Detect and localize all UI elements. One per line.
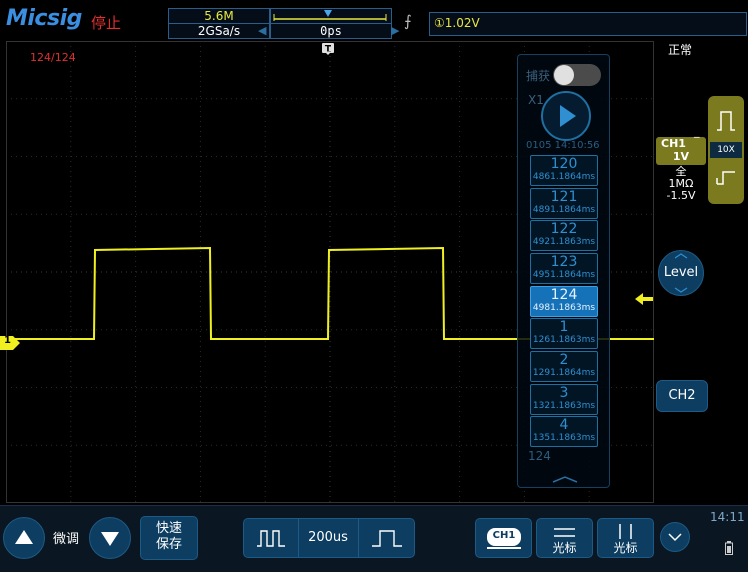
segment-number: 124 bbox=[550, 287, 578, 303]
segment-item[interactable]: 3 1321.1863ms bbox=[530, 384, 598, 415]
ch1-badge-label: CH1 bbox=[661, 137, 686, 150]
segment-list-panel[interactable]: 捕获 X1 0105 14:10:56 120 4861.1864ms 121 489… bbox=[517, 54, 610, 488]
capture-toggle[interactable] bbox=[553, 64, 601, 86]
ch1-volts-div: 1V bbox=[672, 150, 690, 163]
ch1-chip: CH1 bbox=[487, 528, 521, 546]
segment-item[interactable]: 123 4951.1864ms bbox=[530, 253, 598, 284]
ch1-coupling-icon: ‾ bbox=[694, 135, 700, 148]
top-bar: Micsig 停止 5.6M 2GSa/s ◀ 0ps ▶ ⨍ ①1.02V bbox=[0, 0, 748, 40]
clock: 14:11 bbox=[710, 510, 745, 524]
vertical-cursor-label: 光标 bbox=[613, 541, 638, 555]
segment-item[interactable]: 4 1351.1863ms bbox=[530, 416, 598, 447]
dc-coupling-icon bbox=[716, 171, 735, 185]
ac-coupling-icon bbox=[717, 111, 735, 131]
fine-up-button[interactable] bbox=[3, 517, 45, 559]
segment-number: 4 bbox=[559, 417, 569, 433]
segment-timestamp: 1351.1863ms bbox=[532, 433, 596, 443]
horizontal-cursor-label: 光标 bbox=[552, 541, 577, 555]
segment-item[interactable]: 1 1261.1863ms bbox=[530, 318, 598, 349]
segment-number: 123 bbox=[550, 254, 578, 270]
segment-timestamp: 1261.1863ms bbox=[532, 335, 596, 345]
segment-item[interactable]: 121 4891.1864ms bbox=[530, 188, 598, 219]
segment-timestamp: 1321.1863ms bbox=[532, 401, 596, 411]
timebase-compress-icon bbox=[372, 530, 402, 547]
scroll-right-icon[interactable]: ▶ bbox=[391, 24, 403, 38]
ch1-offset: -1.5V bbox=[666, 189, 696, 202]
segment-total: 124 bbox=[528, 449, 551, 463]
vertical-cursor-button[interactable]: 光标 bbox=[597, 518, 654, 558]
segment-datetime: 0105 14:10:56 bbox=[526, 140, 600, 151]
timebase-compress-button[interactable] bbox=[358, 519, 415, 557]
run-stop-status[interactable]: 停止 bbox=[91, 12, 121, 33]
toggle-knob bbox=[554, 65, 574, 85]
horizontal-cursor-button[interactable]: 光标 bbox=[536, 518, 593, 558]
scroll-left-icon[interactable]: ◀ bbox=[258, 24, 270, 38]
segment-timestamp: 1291.1864ms bbox=[532, 368, 596, 378]
segment-number: 3 bbox=[559, 385, 569, 401]
segment-item[interactable]: 120 4861.1864ms bbox=[530, 155, 598, 186]
bottom-toolbar: 微调 快速 保存 200us CH1 光标 光标 14:11 bbox=[0, 505, 748, 572]
segment-timestamp: 4891.1864ms bbox=[532, 205, 596, 215]
segment-number: 121 bbox=[550, 189, 578, 205]
level-label: Level bbox=[663, 265, 699, 280]
segment-counter: 124/124 bbox=[30, 51, 76, 64]
trigger-position[interactable]: 0ps bbox=[270, 23, 392, 39]
probe-settings-strip[interactable]: 10X bbox=[708, 96, 744, 204]
ch1-marker-label: 1 bbox=[4, 335, 11, 346]
trigger-level-arrow-icon[interactable] bbox=[635, 290, 653, 305]
quick-save-button[interactable]: 快速 保存 bbox=[140, 516, 198, 560]
segment-timestamp: 4951.1864ms bbox=[532, 270, 596, 280]
ch1-chip-label: CH1 bbox=[492, 530, 516, 541]
segment-timestamp: 4981.1863ms bbox=[532, 303, 596, 313]
more-menu-button[interactable] bbox=[660, 522, 690, 552]
micsig-logo: Micsig bbox=[6, 6, 82, 31]
vertical-cursor-icon bbox=[619, 524, 632, 539]
play-icon bbox=[560, 105, 576, 127]
trigger-level-box[interactable]: ①1.02V bbox=[429, 12, 747, 36]
level-knob[interactable]: Level bbox=[658, 250, 704, 296]
fine-adjust-label: 微调 bbox=[53, 532, 80, 547]
memory-overview-graphic bbox=[273, 10, 387, 21]
ch1-info: 全 1MΩ -1.5V bbox=[656, 166, 706, 202]
segment-number: 1 bbox=[559, 319, 569, 335]
segment-number: 2 bbox=[559, 352, 569, 368]
segment-number: 120 bbox=[550, 156, 578, 172]
battery-icon bbox=[725, 540, 733, 555]
quick-save-line1: 快速 bbox=[155, 521, 182, 536]
fine-down-button[interactable] bbox=[89, 517, 131, 559]
trigger-mode[interactable]: 正常 bbox=[668, 41, 692, 58]
segment-item[interactable]: 122 4921.1863ms bbox=[530, 220, 598, 251]
ch1-chip-underline bbox=[487, 547, 521, 549]
memory-overview[interactable] bbox=[270, 8, 392, 24]
timebase-expand-button[interactable] bbox=[244, 519, 299, 557]
chevron-down-icon bbox=[668, 533, 682, 542]
trigger-edge-icon[interactable]: ⨍ bbox=[404, 12, 412, 30]
segment-item[interactable]: 2 1291.1864ms bbox=[530, 351, 598, 382]
triangle-up-icon bbox=[15, 530, 33, 544]
memory-depth[interactable]: 5.6M bbox=[168, 8, 270, 24]
ch1-ground-marker[interactable]: 1 bbox=[0, 335, 20, 350]
segment-number: 122 bbox=[550, 221, 578, 237]
zoom-label: X1 bbox=[528, 93, 544, 107]
timebase-control[interactable]: 200us bbox=[243, 518, 415, 558]
ch1-badge[interactable]: CH1 ‾ 1V bbox=[656, 135, 706, 165]
trigger-level-value: ①1.02V bbox=[434, 16, 480, 30]
quick-save-line2: 保存 bbox=[155, 537, 182, 552]
capture-label: 捕获 bbox=[526, 69, 551, 83]
segment-timestamp: 4921.1863ms bbox=[532, 237, 596, 247]
segment-item[interactable]: 124 4981.1863ms bbox=[530, 286, 598, 317]
timebase-expand-icon bbox=[257, 530, 285, 547]
triangle-down-icon bbox=[101, 532, 119, 546]
collapse-chevron-icon[interactable] bbox=[551, 469, 579, 483]
sample-rate[interactable]: 2GSa/s bbox=[168, 23, 270, 39]
ch1-select-button[interactable]: CH1 bbox=[475, 518, 532, 558]
play-button[interactable] bbox=[541, 91, 591, 141]
timebase-value: 200us bbox=[308, 530, 348, 545]
segment-timestamp: 4861.1864ms bbox=[532, 172, 596, 182]
ch2-button[interactable]: CH2 bbox=[656, 380, 708, 412]
probe-ratio[interactable]: 10X bbox=[710, 142, 742, 158]
